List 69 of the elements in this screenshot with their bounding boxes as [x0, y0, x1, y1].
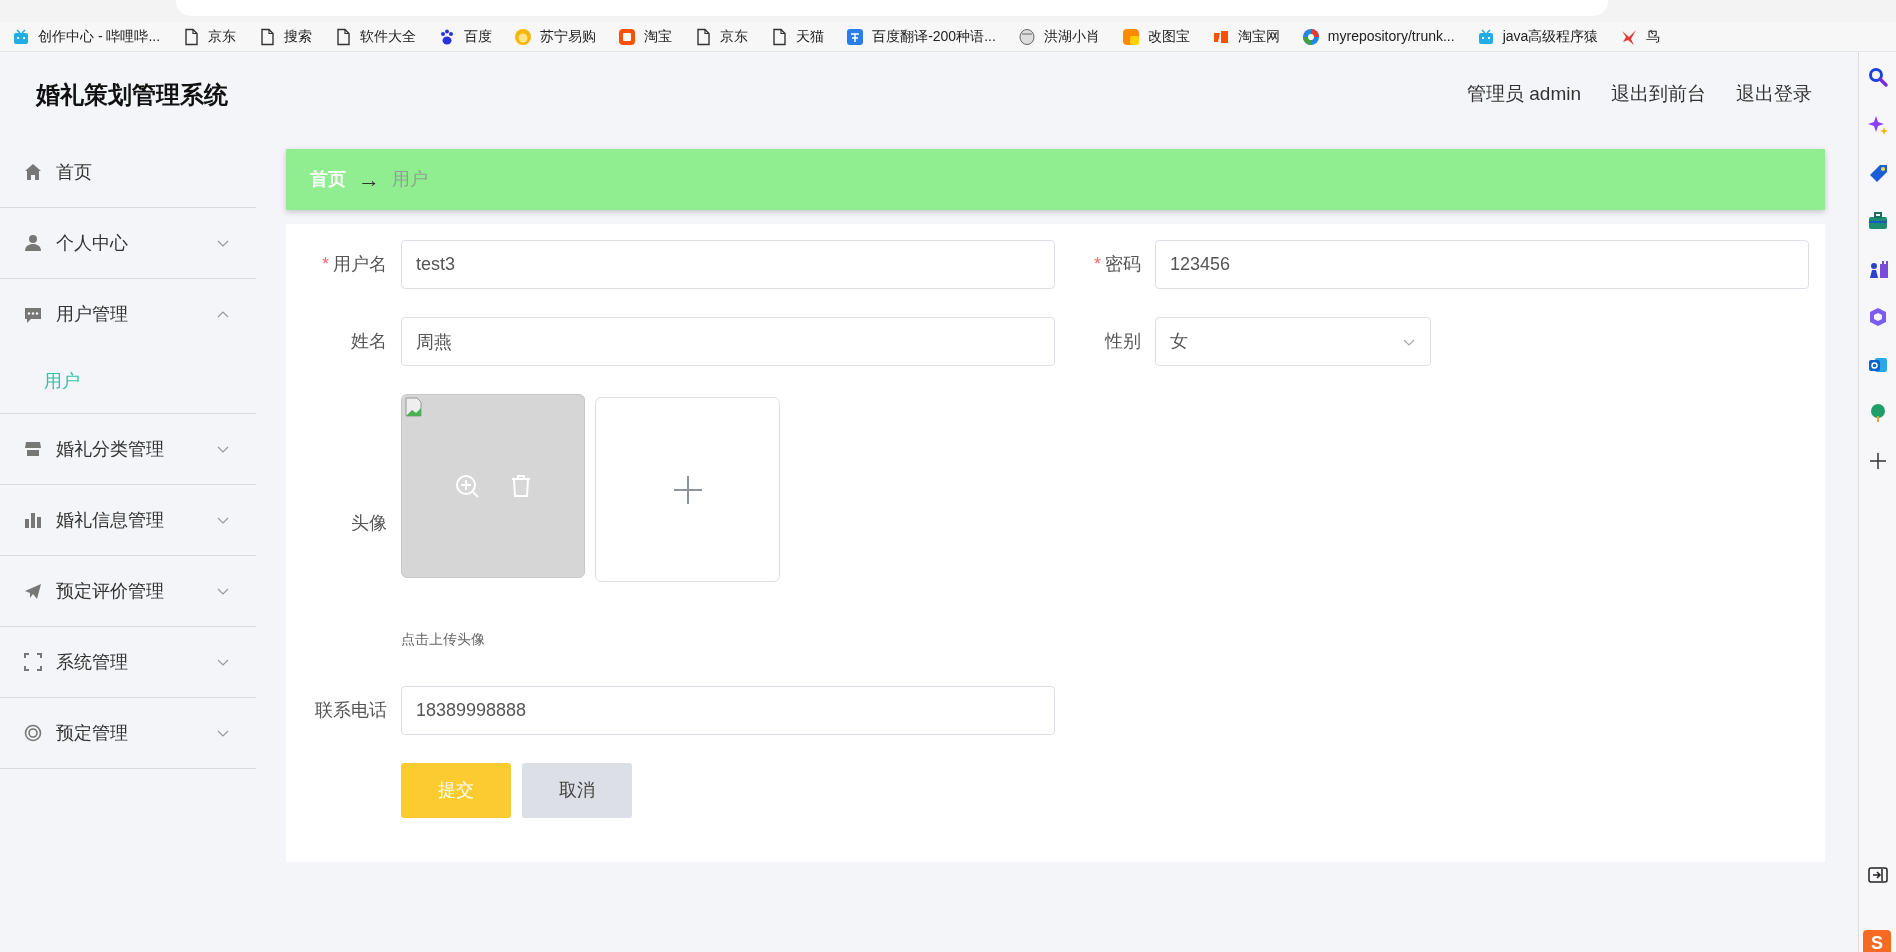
bookmark-link[interactable]: 天猫 [770, 26, 825, 47]
panel-toggle-icon[interactable] [1866, 864, 1889, 886]
bookmark-link[interactable]: 搜索 [258, 26, 313, 47]
user-icon [24, 234, 42, 252]
menu-item[interactable]: 预定管理 [0, 698, 256, 769]
field-label: 用户名 [333, 254, 387, 274]
menu-item[interactable]: 婚礼信息管理 [0, 485, 256, 556]
bookmark-link[interactable]: 淘宝网 [1211, 26, 1280, 47]
chat-icon [24, 305, 42, 324]
menu-item[interactable]: 首页 [0, 137, 256, 208]
header-link[interactable]: 退出登录 [1736, 80, 1812, 109]
menu-item[interactable]: 系统管理 [0, 627, 256, 698]
bar-chart-icon [24, 511, 42, 529]
bookmark-link[interactable]: 百度 [438, 26, 493, 47]
page-icon [258, 27, 277, 46]
bookmark-link[interactable]: 创作中心 - 哔哩哔... [12, 26, 161, 47]
menu-item[interactable]: 预定评价管理 [0, 556, 256, 627]
field-label: 性别 [1105, 331, 1141, 351]
broken-image-icon [404, 397, 424, 417]
page-icon [182, 27, 201, 46]
upload-hint: 点击上传头像 [401, 630, 486, 649]
frame-icon [24, 653, 42, 671]
bookmark-link[interactable]: 鸟 [1620, 26, 1661, 47]
bookmark-link[interactable]: 淘宝 [618, 26, 673, 47]
app-title: 婚礼策划管理系统 [36, 79, 228, 110]
store-icon [24, 440, 42, 458]
bookmark-link[interactable]: 洪湖小肖 [1017, 26, 1100, 47]
search-icon[interactable] [1866, 66, 1889, 88]
square-icon [1121, 27, 1140, 46]
menu-item[interactable]: 用户管理 [0, 279, 256, 350]
bookmark-link[interactable]: 软件大全 [334, 26, 417, 47]
bookmark-link[interactable]: 京东 [694, 26, 749, 47]
toolbox-icon[interactable] [1866, 210, 1889, 232]
header-link[interactable]: 退出到前台 [1611, 80, 1706, 109]
input-field[interactable]: test3 [401, 240, 1055, 289]
bookmark-link[interactable]: 百度翻译-200种语... [846, 26, 996, 47]
field-label: 头像 [351, 512, 387, 533]
tv-icon [12, 27, 30, 46]
page-icon [334, 27, 353, 46]
required-mark: * [322, 254, 329, 274]
required-mark: * [1094, 254, 1101, 274]
bookmark-link[interactable]: 京东 [182, 26, 237, 47]
shop-icon [618, 27, 637, 46]
tv-icon [1476, 27, 1495, 46]
translate-icon [846, 27, 865, 46]
select-field[interactable]: 女 [1155, 317, 1431, 366]
page-icon [694, 27, 713, 46]
input-field[interactable]: 周燕 [401, 317, 1055, 366]
bookmark-link[interactable]: java高级程序猿 [1476, 26, 1599, 47]
field-label: 联系电话 [315, 700, 387, 720]
globe-icon [1301, 27, 1320, 46]
arrow-text: → [358, 166, 380, 194]
paper-plane-icon [24, 582, 42, 600]
add-icon [671, 473, 704, 506]
page-icon [770, 27, 789, 46]
breadcrumb-current: 用户 [392, 168, 428, 191]
field-label: 姓名 [351, 331, 387, 351]
header-link[interactable]: 管理员 admin [1466, 80, 1581, 109]
input-field[interactable]: 123456 [1155, 240, 1809, 289]
menu-item[interactable]: 婚礼分类管理 [0, 414, 256, 485]
field-label: 密码 [1105, 254, 1141, 274]
bookmark-link[interactable]: myrepository/trunk... [1301, 26, 1455, 47]
cancel-button[interactable]: 取消 [522, 763, 632, 818]
ring-icon [24, 724, 42, 742]
home-icon [24, 163, 42, 181]
bookmark-link[interactable]: 改图宝 [1121, 26, 1190, 47]
bookmark-link[interactable]: 苏宁易购 [514, 26, 597, 47]
input-field[interactable]: 18389998888 [401, 686, 1055, 735]
menu-item[interactable]: 个人中心 [0, 208, 256, 279]
